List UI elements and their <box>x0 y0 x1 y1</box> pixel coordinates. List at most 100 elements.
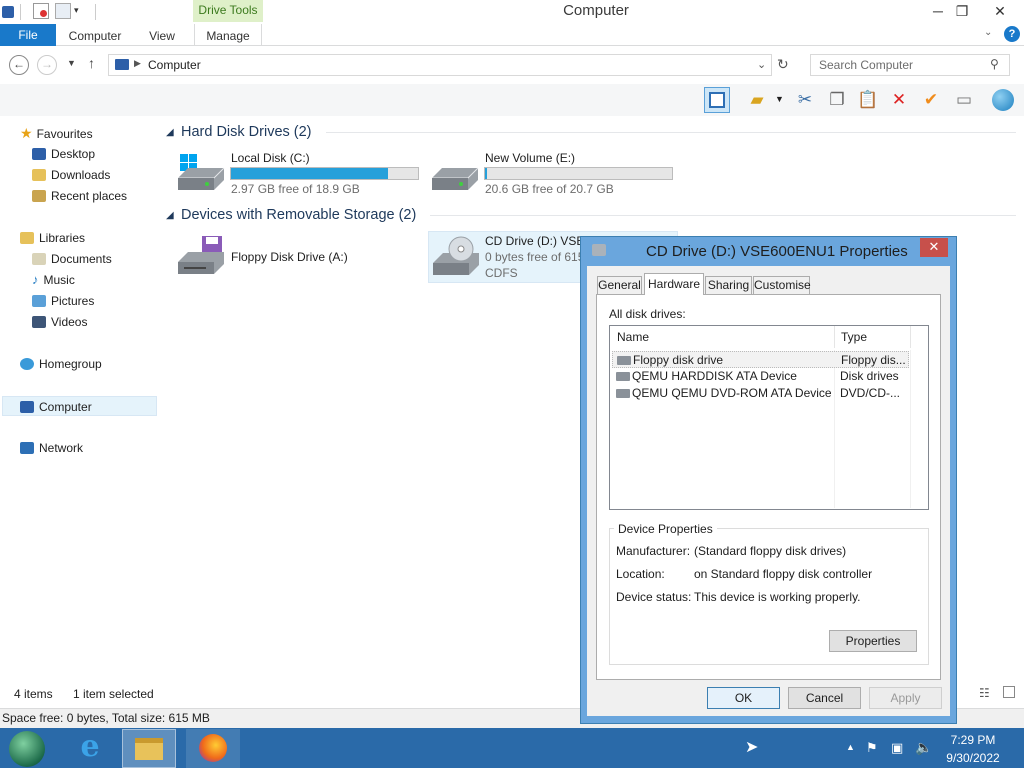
folder-options-icon[interactable]: ▰ <box>744 87 770 113</box>
list-item[interactable]: QEMU QEMU DVD-ROM ATA Device DVD/CD-... <box>612 385 909 402</box>
drive-usage-fill <box>485 168 487 179</box>
drive-free-space: 0 bytes free of 615 <box>485 250 585 264</box>
volume-muted-icon[interactable]: 🔈 <box>915 739 932 756</box>
list-item[interactable]: QEMU HARDDISK ATA Device Disk drives <box>612 368 909 385</box>
location-value: on Standard floppy disk controller <box>694 567 873 581</box>
address-bar[interactable]: ▶ Computer ⌄ <box>108 54 772 76</box>
hard-drive-icon <box>178 154 225 190</box>
ok-button[interactable]: OK <box>707 687 780 709</box>
tab-view[interactable]: View <box>140 24 184 46</box>
nav-item-desktop[interactable]: Desktop <box>32 144 95 164</box>
group-removable-storage[interactable]: Devices with Removable Storage (2) <box>181 207 416 223</box>
nav-label: Downloads <box>51 168 111 182</box>
cut-icon[interactable]: ✂ <box>792 87 818 113</box>
dialog-close-button[interactable]: ✕ <box>920 238 948 257</box>
address-dropdown-icon[interactable]: ⌄ <box>757 58 766 71</box>
documents-icon <box>32 253 46 265</box>
restore-icon[interactable]: ❐ <box>948 0 976 22</box>
computer-icon <box>20 401 34 413</box>
collapse-group-icon[interactable]: ◢ <box>166 210 174 221</box>
row-name: QEMU QEMU DVD-ROM ATA Device <box>632 386 832 400</box>
apply-button[interactable]: Apply <box>869 687 942 709</box>
recent-locations-icon[interactable]: ▼ <box>67 58 76 68</box>
nav-homegroup[interactable]: Homegroup <box>20 354 102 374</box>
device-status-value: This device is working properly. <box>694 590 861 604</box>
row-type: DVD/CD-... <box>840 386 900 400</box>
preview-pane-icon[interactable] <box>704 87 730 113</box>
taskbar-firefox[interactable] <box>186 729 240 768</box>
nav-item-downloads[interactable]: Downloads <box>32 165 110 185</box>
forward-icon[interactable]: → <box>37 55 57 75</box>
start-button-icon[interactable] <box>9 731 45 767</box>
nav-label: Pictures <box>51 294 95 308</box>
nav-label: Homegroup <box>39 357 102 371</box>
column-header-type[interactable]: Type <box>835 326 911 348</box>
nav-favourites[interactable]: ★ Favourites <box>20 123 93 143</box>
taskbar-file-explorer[interactable] <box>122 729 176 768</box>
search-input[interactable]: Search Computer <box>810 54 1010 76</box>
file-explorer-icon <box>135 738 163 760</box>
back-icon[interactable]: ← <box>9 55 29 75</box>
drive-icon <box>616 372 630 381</box>
breadcrumb-chevron-icon[interactable]: ▶ <box>134 58 141 69</box>
nav-item-recent-places[interactable]: Recent places <box>32 186 127 206</box>
network-tray-icon[interactable]: ▣ <box>891 740 903 756</box>
properties-icon[interactable]: ▭ <box>951 87 977 113</box>
desktop-icon <box>32 148 46 160</box>
collapse-group-icon[interactable]: ◢ <box>166 127 174 138</box>
music-icon: ♪ <box>32 272 39 287</box>
dropdown-icon[interactable]: ▼ <box>775 94 784 104</box>
tab-customise[interactable]: Customise <box>753 276 811 295</box>
refresh-icon[interactable]: ↻ <box>777 56 789 73</box>
manufacturer-label: Manufacturer: <box>616 544 691 558</box>
tab-manage[interactable]: Manage <box>194 24 262 46</box>
up-icon[interactable]: ↑ <box>88 55 95 71</box>
clock-time[interactable]: 7:29 PM <box>940 733 1006 747</box>
breadcrumb[interactable]: Computer <box>148 58 201 72</box>
internet-explorer-icon[interactable]: e <box>72 731 108 765</box>
nav-label: Recent places <box>51 189 128 203</box>
help-icon[interactable]: ? <box>1004 26 1020 42</box>
network-globe-icon[interactable] <box>990 87 1016 113</box>
firefox-icon <box>199 734 227 762</box>
nav-computer[interactable]: Computer <box>2 396 157 416</box>
drive-icon <box>617 356 631 365</box>
column-divider <box>910 350 911 508</box>
search-icon[interactable]: ⚲ <box>990 57 999 71</box>
tab-hardware[interactable]: Hardware <box>644 273 704 295</box>
cancel-button[interactable]: Cancel <box>788 687 861 709</box>
group-divider <box>326 132 1016 133</box>
network-icon <box>20 442 34 454</box>
large-icons-view-icon[interactable] <box>1003 686 1015 698</box>
paste-icon[interactable]: 📋 <box>855 87 881 113</box>
close-icon[interactable]: ✕ <box>986 0 1014 22</box>
computer-icon <box>115 59 129 70</box>
drive-usage-fill <box>231 168 389 179</box>
action-center-icon[interactable]: ⚑ <box>866 740 878 756</box>
nav-libraries[interactable]: Libraries <box>20 228 85 248</box>
list-item[interactable]: Floppy disk drive Floppy dis... <box>612 351 909 368</box>
rename-icon[interactable]: ✔ <box>918 87 944 113</box>
file-tab[interactable]: File <box>0 24 56 46</box>
tab-computer[interactable]: Computer <box>62 24 128 46</box>
dialog-title: CD Drive (D:) VSE600ENU1 Properties <box>646 243 908 260</box>
nav-item-pictures[interactable]: Pictures <box>32 291 94 311</box>
videos-icon <box>32 316 46 328</box>
tab-sharing[interactable]: Sharing <box>705 276 752 295</box>
device-properties-button[interactable]: Properties <box>829 630 917 652</box>
group-hard-disk-drives[interactable]: Hard Disk Drives (2) <box>181 124 312 140</box>
cd-drive-icon <box>433 236 479 275</box>
nav-item-videos[interactable]: Videos <box>32 312 87 332</box>
delete-icon[interactable]: ✕ <box>886 87 912 113</box>
column-header-name[interactable]: Name <box>610 326 835 348</box>
copy-icon[interactable]: ❐ <box>824 87 850 113</box>
nav-item-documents[interactable]: Documents <box>32 249 112 269</box>
show-hidden-icons-icon[interactable]: ▲ <box>846 742 855 752</box>
nav-network[interactable]: Network <box>20 438 83 458</box>
drive-name: CD Drive (D:) VSE6 <box>485 234 592 248</box>
tab-general[interactable]: General <box>597 276 642 295</box>
nav-item-music[interactable]: ♪ Music <box>32 270 75 290</box>
expand-ribbon-icon[interactable]: ⌄ <box>984 27 992 38</box>
details-view-icon[interactable]: ☷ <box>979 686 990 700</box>
clock-date[interactable]: 9/30/2022 <box>940 751 1006 765</box>
